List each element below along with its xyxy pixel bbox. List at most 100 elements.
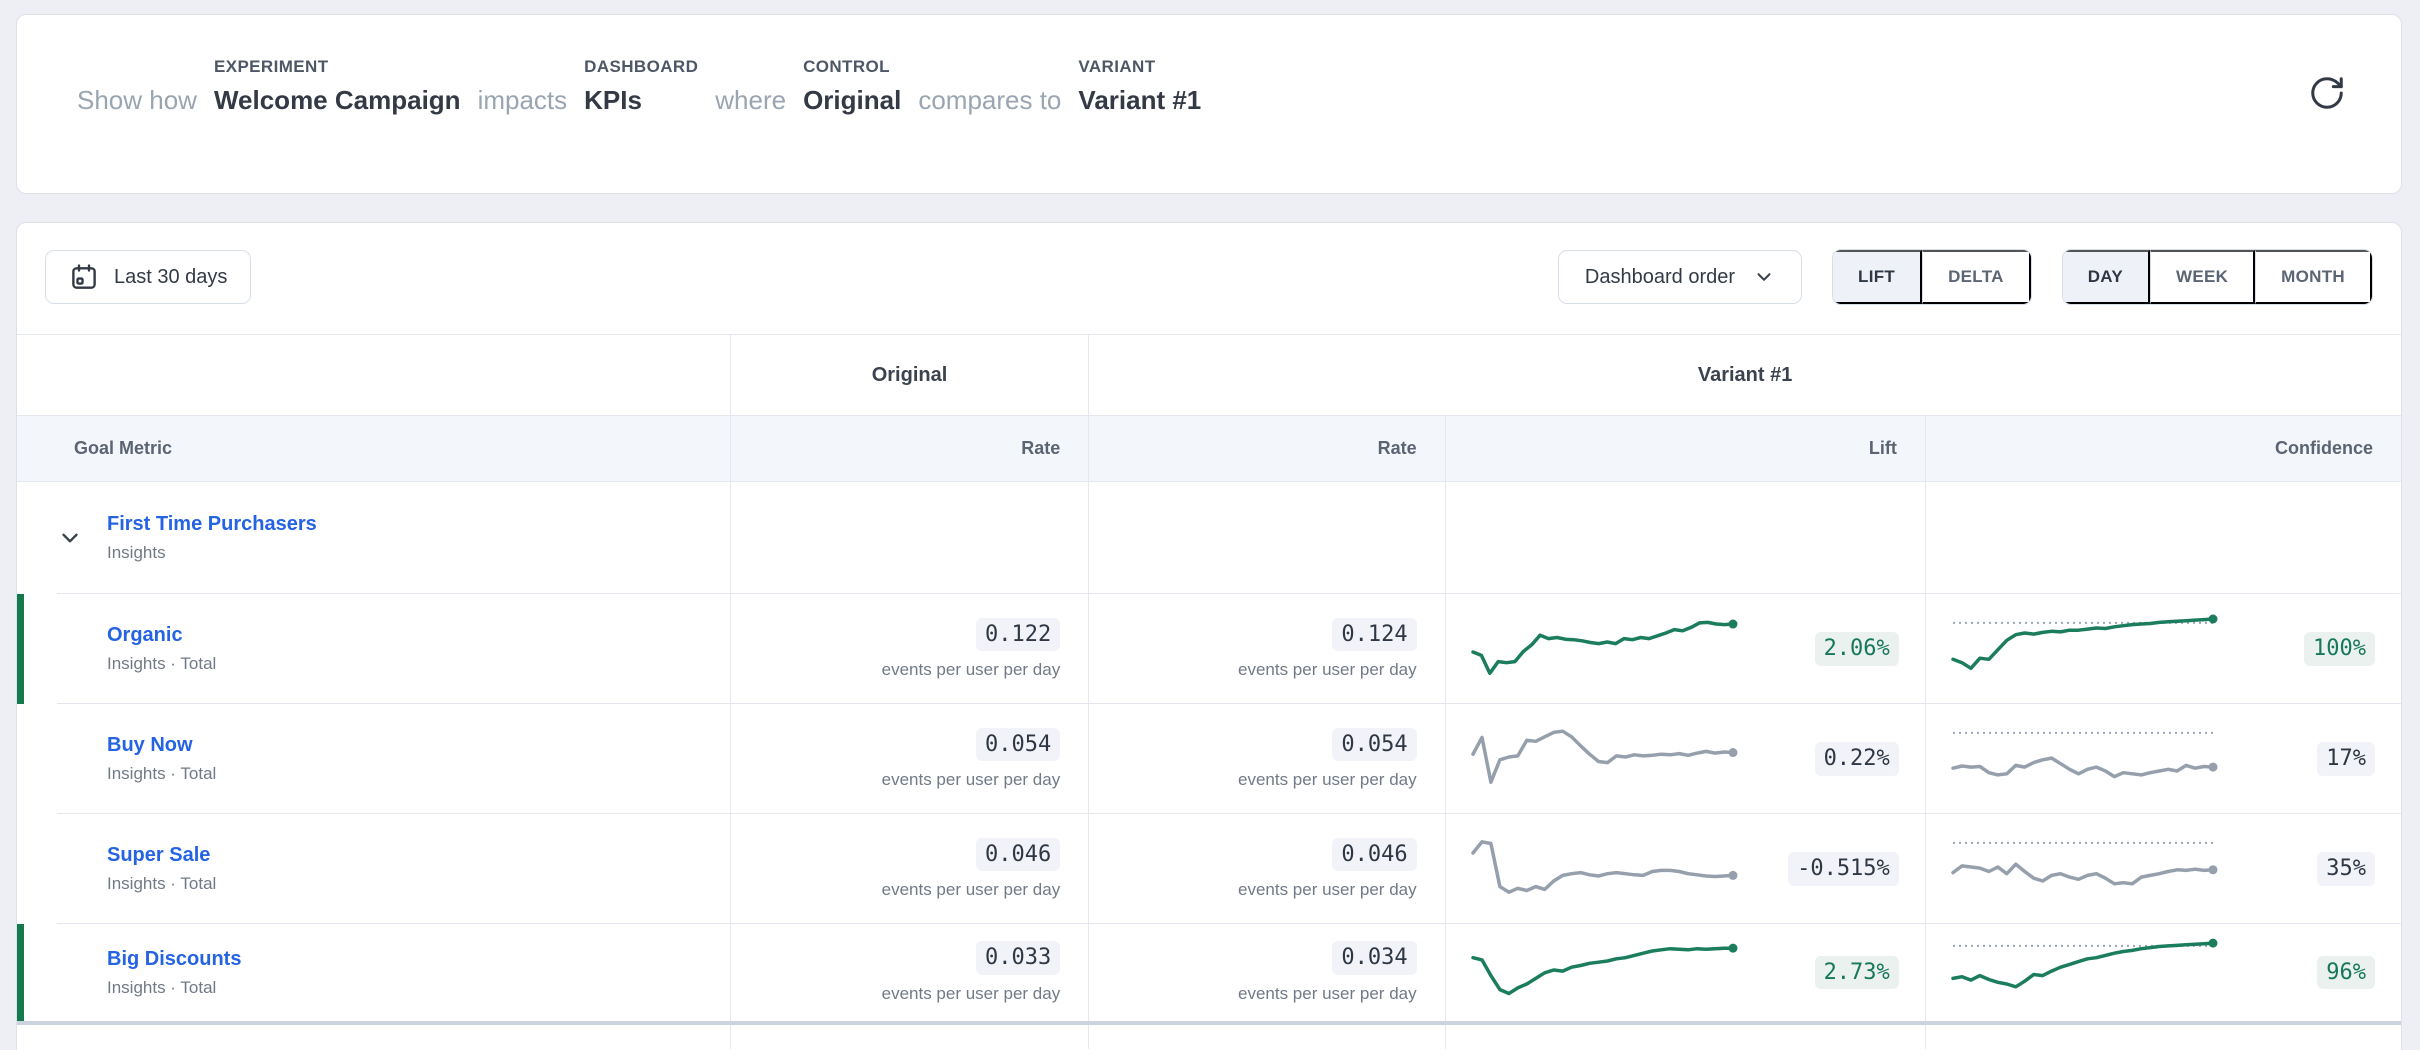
column-variant-rate: Rate: [1088, 416, 1444, 481]
lift-sparkline: [1468, 933, 1738, 1012]
granularity-toggle: DAYWEEKMONTH: [2062, 249, 2373, 305]
lift-value: 2.73%: [1815, 956, 1899, 990]
rate-value: 0.124: [1332, 618, 1416, 652]
dashboard-selector[interactable]: DASHBOARD KPIs: [584, 57, 698, 116]
metric-subtitle: Insights · Total: [107, 874, 730, 894]
date-range-button[interactable]: Last 30 days: [45, 250, 251, 304]
variant-label: VARIANT: [1078, 57, 1155, 77]
rate-value: 0.054: [1332, 728, 1416, 762]
toggle-option-month[interactable]: MONTH: [2255, 250, 2372, 304]
lift-cell: 2.73%: [1445, 924, 1925, 1021]
experiment-selector[interactable]: EXPERIMENT Welcome Campaign: [214, 57, 461, 116]
toggle-option-lift[interactable]: LIFT: [1833, 250, 1922, 304]
rate-unit: events per user per day: [1238, 660, 1417, 680]
goal-metric-cell: OrganicInsights · Total: [17, 594, 730, 704]
column-header-row: Goal Metric Rate Rate Lift Confidence: [17, 416, 2401, 482]
metric-subtitle: Insights · Total: [107, 978, 730, 998]
empty-cell: [1925, 482, 2401, 594]
rate-value: 0.033: [976, 941, 1060, 975]
dashboard-order-label: Dashboard order: [1585, 266, 1735, 289]
group-row-cell: First Time Purchasers Insights: [17, 482, 730, 594]
lift-value: -0.515%: [1788, 852, 1899, 886]
mode-toggle: LIFTDELTA: [1832, 249, 2032, 305]
experiment-phrase: Show how EXPERIMENT Welcome Campaign imp…: [77, 57, 1201, 116]
phrase-impacts: impacts: [478, 86, 568, 116]
calendar-icon: [69, 262, 99, 292]
control-rate-cell: 0.054events per user per day: [730, 704, 1088, 814]
experiment-definition-card: Show how EXPERIMENT Welcome Campaign imp…: [16, 14, 2402, 194]
group-metric-link[interactable]: First Time Purchasers: [107, 513, 317, 536]
refresh-button[interactable]: [2305, 71, 2349, 115]
chevron-down-icon: [1753, 266, 1775, 288]
confidence-sparkline: [1948, 830, 2218, 909]
lift-value: 2.06%: [1815, 632, 1899, 666]
lift-sparkline: [1468, 610, 1738, 689]
report-toolbar: Last 30 days Dashboard order LIFTDELTA D…: [45, 249, 2373, 305]
toggle-option-week[interactable]: WEEK: [2150, 250, 2255, 304]
rate-unit: events per user per day: [1238, 880, 1417, 900]
toggle-option-delta[interactable]: DELTA: [1922, 250, 2031, 304]
variant-group-header-row: Original Variant #1: [17, 335, 2401, 416]
experiment-report-page: Show how EXPERIMENT Welcome Campaign imp…: [0, 0, 2420, 1050]
rate-unit: events per user per day: [1238, 770, 1417, 790]
group-header-blank: [17, 335, 730, 415]
variant-rate-cell: 0.124 events per user per day: [1088, 594, 1444, 704]
confidence-cell: 35%: [1925, 814, 2401, 924]
control-selector[interactable]: CONTROL Original: [803, 57, 901, 116]
phrase-show-how: Show how: [77, 86, 197, 116]
variant-value[interactable]: Variant #1: [1078, 86, 1201, 116]
lift-sparkline: [1468, 830, 1738, 909]
variant-rate-cell: 0.046 events per user per day: [1088, 814, 1444, 924]
date-range-label: Last 30 days: [114, 266, 227, 289]
phrase-where: where: [715, 86, 786, 116]
control-value[interactable]: Original: [803, 86, 901, 116]
rate-unit: events per user per day: [882, 880, 1061, 900]
control-group-header: Original: [730, 335, 1088, 415]
metrics-table: Original Variant #1 Goal Metric Rate Rat…: [17, 334, 2401, 1049]
confidence-value: 35%: [2317, 852, 2375, 886]
dashboard-value[interactable]: KPIs: [584, 86, 642, 116]
metric-link[interactable]: Organic: [107, 624, 730, 647]
metric-link[interactable]: Super Sale: [107, 844, 730, 867]
metric-link[interactable]: Buy Now: [107, 734, 730, 757]
toggle-option-day[interactable]: DAY: [2063, 250, 2150, 304]
rate-value: 0.046: [1332, 838, 1416, 872]
column-goal-metric: Goal Metric: [17, 416, 730, 481]
rate-unit: events per user per day: [1238, 984, 1417, 1004]
metric-subtitle: Insights · Total: [107, 764, 730, 784]
control-rate-cell: 0.033 events per user per day: [730, 924, 1088, 1021]
metric-row: Super Sale Insights · Total 0.046 events pe…: [17, 814, 2401, 924]
dashboard-label: DASHBOARD: [584, 57, 698, 77]
confidence-cell: 17%: [1925, 704, 2401, 814]
confidence-sparkline: [1948, 933, 2218, 1012]
rate-unit: events per user per day: [882, 984, 1061, 1004]
control-label: CONTROL: [803, 57, 890, 77]
control-rate-cell: 0.046events per user per day: [730, 814, 1088, 924]
variant-selector[interactable]: VARIANT Variant #1: [1078, 57, 1201, 116]
group-metric-subtitle: Insights: [107, 543, 317, 563]
table-rows: OrganicInsights · Total0.122events per u…: [17, 594, 2401, 1021]
confidence-cell: 96%: [1925, 924, 2401, 1021]
rate-value: 0.034: [1332, 941, 1416, 975]
confidence-value: 96%: [2317, 956, 2375, 990]
next-row-partial: [17, 1025, 2401, 1049]
report-card: Last 30 days Dashboard order LIFTDELTA D…: [16, 222, 2402, 1050]
confidence-value: 17%: [2317, 742, 2375, 776]
experiment-value[interactable]: Welcome Campaign: [214, 86, 461, 116]
significance-accent-bar: [17, 594, 24, 704]
goal-metric-cell: Big Discounts Insights · Total: [17, 924, 730, 1021]
phrase-text: compares to: [918, 86, 1061, 116]
phrase-text: Show how: [77, 86, 197, 116]
phrase-text: where: [715, 86, 786, 116]
dashboard-order-dropdown[interactable]: Dashboard order: [1558, 250, 1802, 304]
collapse-chevron-icon[interactable]: [57, 525, 83, 551]
confidence-sparkline: [1948, 720, 2218, 799]
lift-cell: 2.06%: [1445, 594, 1925, 704]
lift-sparkline: [1468, 720, 1738, 799]
variant-group-header: Variant #1: [1088, 335, 2401, 415]
empty-cell: [1088, 482, 1444, 594]
metric-link[interactable]: Big Discounts: [107, 948, 730, 971]
metric-row: OrganicInsights · Total 0.122 events per u…: [17, 594, 2401, 704]
rate-value: 0.122: [976, 618, 1060, 652]
metric-row: Big Discounts Insights · Total 0.033 events…: [17, 924, 2401, 1021]
